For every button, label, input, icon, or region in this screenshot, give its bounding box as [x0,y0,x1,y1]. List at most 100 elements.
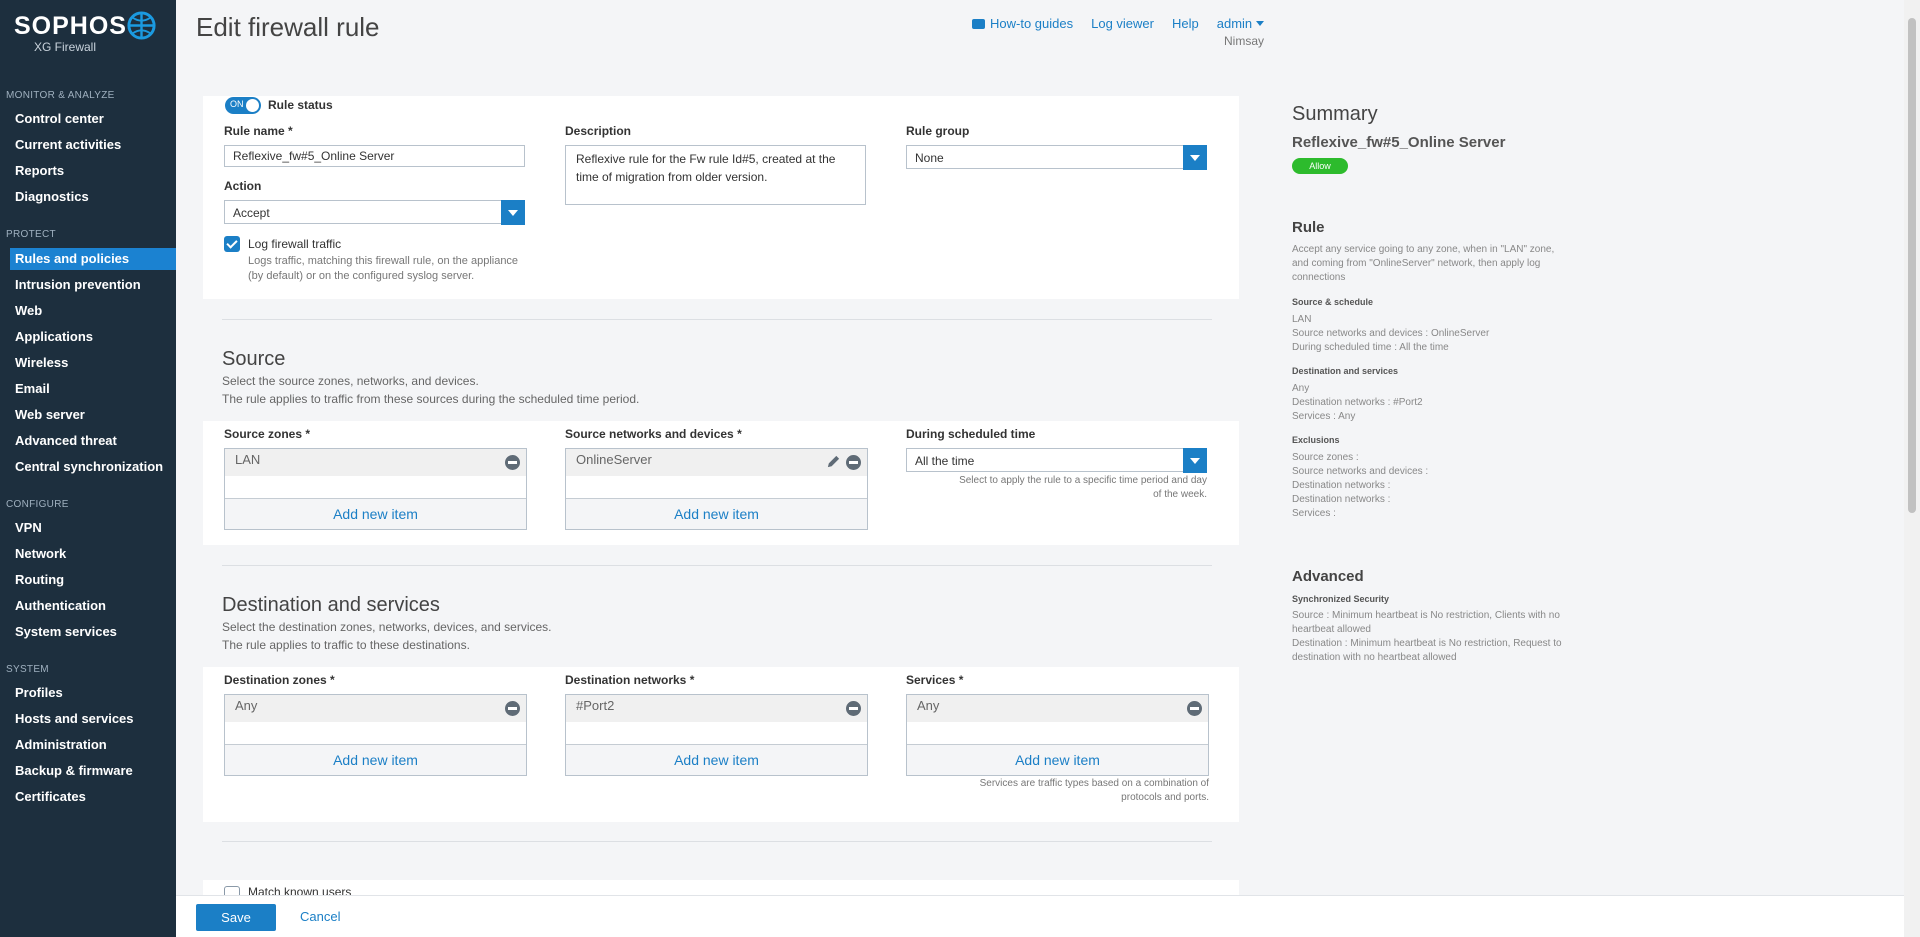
summary-sync-heading: Synchronized Security [1292,594,1390,604]
scroll-thumb[interactable] [1908,18,1916,513]
sidebar-item-profiles[interactable]: Profiles [0,682,176,704]
schedule-select[interactable]: All the time [906,448,1207,473]
rule-status-label: Rule status [268,98,333,112]
nav-section-configure: CONFIGURE [6,499,69,510]
logviewer-link[interactable]: Log viewer [1091,16,1154,31]
source-title: Source [222,348,286,370]
destination-desc-2: The rule applies to traffic to these des… [222,638,470,652]
chevron-down-icon [501,200,525,225]
destination-network-value: #Port2 [576,698,615,713]
users-panel: Match known users [203,880,1239,895]
toggle-knob [246,99,259,112]
action-bar: Save Cancel [176,895,1904,937]
source-zones-label: Source zones * [224,427,311,441]
sidebar-item-reports[interactable]: Reports [0,160,176,182]
sidebar-item-network[interactable]: Network [0,543,176,565]
services-note: Services are traffic types based on a co… [979,778,1209,803]
chevron-down-icon [1183,448,1207,473]
summary-rule-text: Accept any service going to any zone, wh… [1292,244,1555,283]
top-links: How-to guides Log viewer Help admin [972,16,1265,31]
schedule-label: During scheduled time [906,427,1036,441]
sidebar-item-system-services[interactable]: System services [0,621,176,643]
sidebar-item-email[interactable]: Email [0,378,176,400]
sidebar-item-certificates[interactable]: Certificates [0,786,176,808]
remove-icon[interactable] [505,455,520,470]
sidebar-item-advanced-threat[interactable]: Advanced threat [0,430,176,452]
action-select[interactable]: Accept [224,200,525,225]
summary-source-line: During scheduled time : All the time [1292,342,1449,353]
log-traffic-label: Log firewall traffic [248,237,342,251]
summary-sync-line: Destination : Minimum heartbeat is No re… [1292,638,1562,663]
destination-networks-label: Destination networks * [565,673,695,687]
add-source-network-button[interactable]: Add new item [566,498,867,529]
summary-exclusion-line: Destination networks : [1292,494,1391,505]
sidebar-item-routing[interactable]: Routing [0,569,176,591]
action-label: Action [224,179,262,193]
toggle-state: ON [230,99,244,109]
sidebar-item-backup-firmware[interactable]: Backup & firmware [0,760,176,782]
summary-exclusion-line: Source networks and devices : [1292,466,1429,477]
destination-desc-1: Select the destination zones, networks, … [222,620,552,634]
add-destination-zone-button[interactable]: Add new item [225,744,526,775]
rule-status-toggle[interactable]: ON [225,97,261,114]
sidebar-item-central-synchronization[interactable]: Central synchronization [0,456,176,478]
summary-source-line: LAN [1292,314,1312,325]
log-traffic-checkbox[interactable] [224,236,240,252]
match-users-label: Match known users [248,885,352,895]
sidebar-item-hosts-and-services[interactable]: Hosts and services [0,708,176,730]
add-source-zone-button[interactable]: Add new item [225,498,526,529]
sidebar: SOPHOS XG Firewall MONITOR & ANALYZE Con… [0,0,176,937]
source-desc-2: The rule applies to traffic from these s… [222,392,640,406]
rule-group-select[interactable]: None [906,145,1207,170]
summary-exclusion-line: Destination networks : [1292,480,1391,491]
summary-exclusions-heading: Exclusions [1292,435,1340,445]
description-textarea[interactable]: Reflexive rule for the Fw rule Id#5, cre… [565,145,866,205]
summary-source-line: Source networks and devices : OnlineServ… [1292,328,1490,339]
add-destination-network-button[interactable]: Add new item [566,744,867,775]
pencil-icon[interactable] [826,454,841,469]
summary-source-heading: Source & schedule [1292,297,1374,307]
save-button[interactable]: Save [196,904,276,931]
sidebar-item-applications[interactable]: Applications [0,326,176,348]
sidebar-item-diagnostics[interactable]: Diagnostics [0,186,176,208]
cancel-button[interactable]: Cancel [300,909,340,924]
sidebar-item-web[interactable]: Web [0,300,176,322]
remove-icon[interactable] [846,701,861,716]
howto-label: How-to guides [990,16,1074,31]
rule-group-label: Rule group [906,124,970,138]
rule-group-value: None [915,151,944,165]
general-panel: ON Rule status Rule name * Reflexive_fw#… [203,96,1239,299]
summary-exclusion-line: Source zones : [1292,452,1359,463]
add-service-button[interactable]: Add new item [907,744,1208,775]
sidebar-item-web-server[interactable]: Web server [0,404,176,426]
summary-destination-line: Services : Any [1292,411,1356,422]
sidebar-item-control-center[interactable]: Control center [0,108,176,130]
chevron-down-icon [1256,21,1265,26]
sidebar-item-authentication[interactable]: Authentication [0,595,176,617]
user-menu[interactable]: admin [1217,16,1265,31]
match-users-checkbox[interactable] [224,886,240,895]
page-scrollbar[interactable] [1904,0,1920,937]
remove-icon[interactable] [846,455,861,470]
schedule-note: Select to apply the rule to a specific t… [959,475,1207,500]
source-zones-list: LAN Add new item [224,448,527,530]
sidebar-item-rules-and-policies[interactable]: Rules and policies [10,248,176,270]
source-zone-value: LAN [235,452,261,467]
destination-networks-list: #Port2 Add new item [565,694,868,776]
summary-advanced-heading: Advanced [1292,568,1364,585]
sidebar-item-administration[interactable]: Administration [0,734,176,756]
services-label: Services * [906,673,964,687]
help-link[interactable]: Help [1172,16,1199,31]
sidebar-item-vpn[interactable]: VPN [0,517,176,539]
divider [222,841,1212,842]
howto-link[interactable]: How-to guides [972,16,1073,31]
sophos-logo[interactable]: SOPHOS XG Firewall [14,12,127,54]
remove-icon[interactable] [1187,701,1202,716]
rule-name-input[interactable]: Reflexive_fw#5_Online Server [224,145,525,167]
sidebar-item-current-activities[interactable]: Current activities [0,134,176,156]
remove-icon[interactable] [505,701,520,716]
sidebar-item-wireless[interactable]: Wireless [0,352,176,374]
summary-destination-line: Any [1292,383,1310,394]
sidebar-item-intrusion-prevention[interactable]: Intrusion prevention [0,274,176,296]
divider [222,565,1212,566]
